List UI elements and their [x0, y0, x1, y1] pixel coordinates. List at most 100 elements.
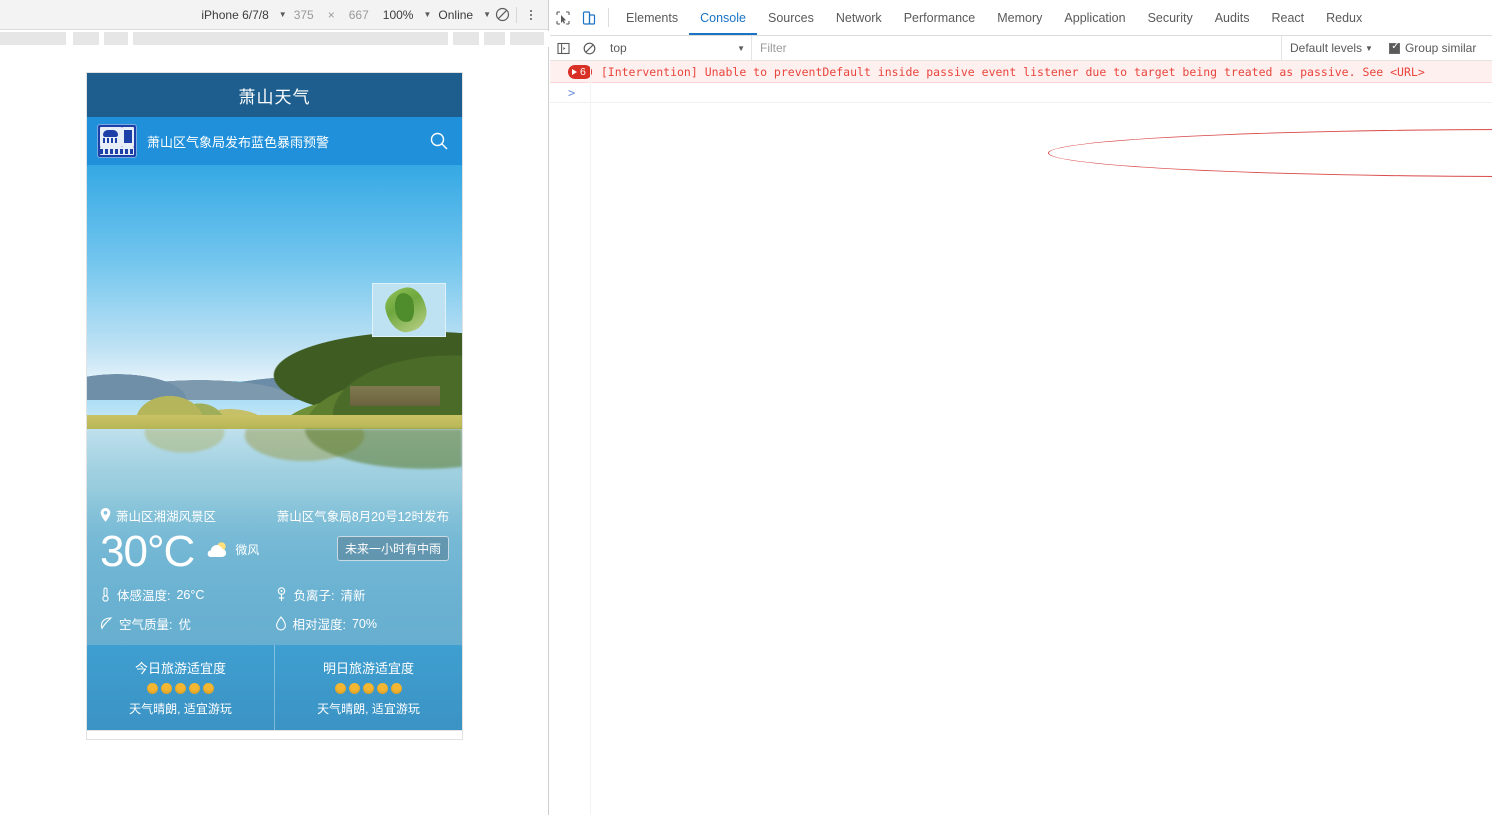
tab-travel-weather[interactable]: 旅游天气	[87, 731, 181, 739]
stat-value: 26°C	[176, 587, 205, 602]
chevron-down-icon: ▼	[737, 43, 745, 53]
stat-value: 优	[178, 618, 191, 632]
page-title: 萧山天气	[238, 87, 311, 107]
stat-label: 体感温度:	[117, 589, 171, 603]
tab-redux[interactable]: Redux	[1315, 0, 1373, 35]
devtools-panel: Elements Console Sources Network Perform…	[550, 0, 1492, 815]
tab-theme-travel[interactable]: 主题旅游	[181, 731, 275, 739]
star-icon	[161, 683, 172, 694]
water-drop-icon	[275, 616, 286, 631]
stat-label: 负离子:	[293, 589, 335, 603]
tab-performance[interactable]: Performance	[893, 0, 987, 35]
console-filter-input[interactable]: Filter	[752, 36, 1282, 60]
suitability-desc: 天气晴朗, 适宜游玩	[317, 702, 420, 716]
inspect-element-icon[interactable]	[550, 0, 576, 35]
device-ruler-strip	[0, 31, 549, 47]
context-label: top	[610, 41, 627, 55]
tab-about-xianghu[interactable]: 关于湘湖	[368, 731, 462, 739]
star-icon	[147, 683, 158, 694]
tab-audits[interactable]: Audits	[1204, 0, 1261, 35]
device-emulation-pane: iPhone 6/7/8 ▼ 375 × 667 100% ▼ Online ▼	[0, 0, 549, 815]
temperature-value: 30°C	[100, 526, 195, 576]
console-gutter	[590, 61, 591, 815]
stat-label: 相对湿度:	[292, 618, 346, 632]
chevron-down-icon: ▼	[278, 10, 287, 19]
stat-item: 相对湿度: 70%	[275, 614, 450, 633]
ruler-segment	[0, 32, 68, 45]
suitability-rating	[335, 683, 402, 694]
temperature-row: 30°C 微风 未来一小时有中雨	[100, 526, 449, 576]
expand-triangle-icon	[572, 68, 577, 75]
console-message-area: 6 [Intervention] Unable to preventDefaul…	[550, 61, 1492, 815]
star-icon	[391, 683, 402, 694]
suitability-rating	[147, 683, 214, 694]
stat-label: 空气质量:	[119, 618, 173, 632]
palm-tree-icon	[310, 738, 332, 740]
ruler-segment	[484, 32, 507, 45]
console-prompt-row[interactable]: >	[550, 83, 1492, 103]
ruler-segment	[104, 32, 130, 45]
suitability-desc: 天气晴朗, 适宜游玩	[129, 702, 232, 716]
star-icon	[203, 683, 214, 694]
device-name-label: iPhone 6/7/8	[201, 7, 269, 22]
ruler-segment	[453, 32, 481, 45]
console-filter-bar: top ▼ Filter Default levels ▼ Group simi…	[550, 36, 1492, 61]
checkbox-icon[interactable]	[1388, 41, 1401, 54]
log-levels-selector[interactable]: Default levels ▼	[1282, 41, 1381, 55]
sun-behind-cloud-icon	[207, 542, 227, 557]
group-similar-toggle[interactable]: Group similar	[1381, 41, 1484, 55]
rotate-icon[interactable]	[491, 4, 513, 26]
console-error-text: [Intervention] Unable to preventDefault …	[600, 64, 1425, 79]
stat-item: 空气质量: 优	[100, 614, 275, 633]
tab-memory[interactable]: Memory	[986, 0, 1053, 35]
zoom-select[interactable]: 100% ▼	[376, 8, 432, 22]
travel-suitability-section: 今日旅游适宜度 天气晴朗, 适宜游玩 明日旅游适宜度 天气晴朗, 适宜游玩	[87, 645, 462, 730]
stat-item: 负离子: 清新	[275, 585, 450, 604]
throttling-label: Online	[438, 7, 474, 22]
tab-featured-scenery[interactable]: 特色景观	[275, 731, 369, 740]
chevron-down-icon: ▼	[1365, 43, 1373, 53]
tab-sources[interactable]: Sources	[757, 0, 825, 35]
viewport-width-input[interactable]: 375	[287, 8, 321, 22]
location-label: 萧山区湘湖风景区	[116, 509, 217, 524]
tab-application[interactable]: Application	[1053, 0, 1136, 35]
console-context-selector[interactable]: top ▼	[602, 36, 752, 60]
filter-placeholder: Filter	[760, 41, 787, 55]
xianghu-map-thumbnail[interactable]	[372, 283, 446, 337]
tab-react[interactable]: React	[1260, 0, 1315, 35]
search-icon[interactable]	[426, 128, 452, 154]
stat-value: 清新	[340, 589, 366, 603]
tab-elements[interactable]: Elements	[615, 0, 689, 35]
star-icon	[335, 683, 346, 694]
more-options-icon[interactable]	[520, 4, 542, 26]
rainstorm-blue-warning-icon	[97, 124, 137, 158]
clear-console-icon[interactable]	[576, 42, 602, 55]
console-error-message-row[interactable]: 6 [Intervention] Unable to preventDefaul…	[550, 61, 1492, 83]
devtools-tab-bar: Elements Console Sources Network Perform…	[550, 0, 1492, 36]
device-select[interactable]: iPhone 6/7/8 ▼	[194, 8, 286, 22]
pavilion-structure	[349, 385, 440, 406]
throttling-select[interactable]: Online ▼	[431, 8, 491, 22]
zoom-level-label: 100%	[382, 7, 414, 22]
tab-console[interactable]: Console	[689, 0, 757, 35]
publish-time-label: 萧山区气象局8月20号12时发布	[276, 509, 449, 524]
tab-security[interactable]: Security	[1137, 0, 1204, 35]
stat-value: 70%	[351, 616, 378, 631]
ruler-segment	[73, 32, 101, 45]
viewport-height-input[interactable]: 667	[342, 8, 376, 22]
wind-label: 微风	[235, 543, 260, 558]
toggle-device-toolbar-icon[interactable]	[576, 0, 602, 35]
error-count-badge[interactable]: 6	[568, 64, 592, 79]
location-row: 萧山区湘湖风景区	[100, 506, 216, 525]
suitability-today: 今日旅游适宜度 天气晴朗, 适宜游玩	[87, 645, 274, 730]
location-and-publish-row: 萧山区湘湖风景区 萧山区气象局8月20号12时发布	[100, 506, 449, 525]
stat-item: 体感温度: 26°C	[100, 585, 275, 604]
star-icon	[377, 683, 388, 694]
weather-alert-bar[interactable]: 萧山区气象局发布蓝色暴雨预警	[87, 117, 462, 165]
leaf-icon	[100, 617, 113, 630]
console-sidebar-icon[interactable]	[550, 42, 576, 55]
tab-network[interactable]: Network	[825, 0, 893, 35]
app-title-bar: 萧山天气	[87, 73, 462, 117]
suitability-title: 今日旅游适宜度	[134, 661, 226, 676]
hero-scenery-photo: 萧山区湘湖风景区 萧山区气象局8月20号12时发布 30°C 微风 未来一小时有…	[87, 165, 462, 645]
